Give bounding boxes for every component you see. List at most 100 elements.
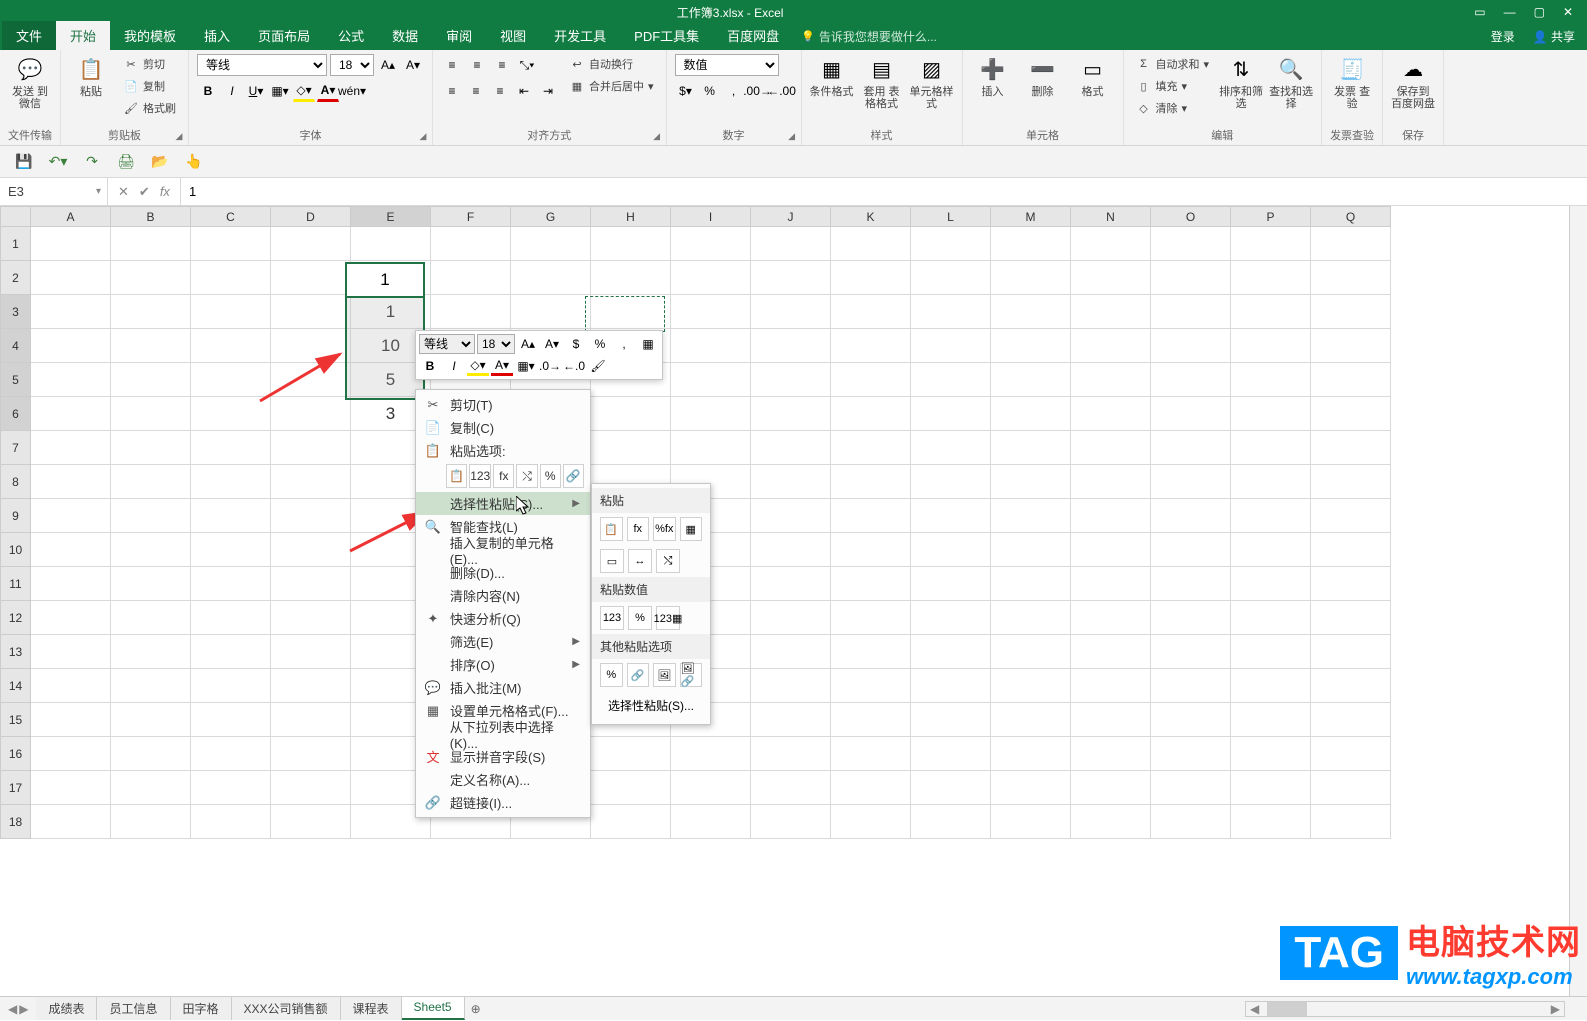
cell-J9[interactable] bbox=[751, 499, 831, 533]
row-header-1[interactable]: 1 bbox=[1, 227, 31, 261]
cell-M13[interactable] bbox=[991, 635, 1071, 669]
cell-E1[interactable] bbox=[351, 227, 431, 261]
cell-J2[interactable] bbox=[751, 261, 831, 295]
cell-L13[interactable] bbox=[911, 635, 991, 669]
cell-K3[interactable] bbox=[831, 295, 911, 329]
cell-D17[interactable] bbox=[271, 771, 351, 805]
format-painter-button[interactable]: 🖌格式刷 bbox=[119, 98, 180, 118]
cell-I1[interactable] bbox=[671, 227, 751, 261]
cell-O2[interactable] bbox=[1151, 261, 1231, 295]
sheet-nav-last[interactable]: ▶ bbox=[19, 1002, 28, 1016]
cell-K4[interactable] bbox=[831, 329, 911, 363]
sub-paste-formatting[interactable]: % bbox=[600, 663, 623, 687]
print-icon[interactable]: 🖨 bbox=[116, 152, 136, 172]
formula-input[interactable]: 1 bbox=[180, 178, 1587, 205]
col-header-A[interactable]: A bbox=[31, 207, 111, 227]
cell-Q6[interactable] bbox=[1311, 397, 1391, 431]
cell-N16[interactable] bbox=[1071, 737, 1151, 771]
cell-O11[interactable] bbox=[1151, 567, 1231, 601]
comma-format-button[interactable]: , bbox=[723, 80, 745, 102]
open-icon[interactable]: 📂 bbox=[150, 152, 170, 172]
cell-N15[interactable] bbox=[1071, 703, 1151, 737]
tab-baidu[interactable]: 百度网盘 bbox=[713, 21, 793, 50]
paste-values-icon[interactable]: 123 bbox=[469, 464, 491, 488]
cell-Q14[interactable] bbox=[1311, 669, 1391, 703]
mini-accounting[interactable]: $ bbox=[565, 334, 587, 354]
cell-B16[interactable] bbox=[111, 737, 191, 771]
increase-decimal-button[interactable]: .00→ bbox=[747, 80, 769, 102]
cell-O12[interactable] bbox=[1151, 601, 1231, 635]
row-header-12[interactable]: 12 bbox=[1, 601, 31, 635]
cell-M17[interactable] bbox=[991, 771, 1071, 805]
cell-I2[interactable] bbox=[671, 261, 751, 295]
cell-K11[interactable] bbox=[831, 567, 911, 601]
cell-H16[interactable] bbox=[591, 737, 671, 771]
row-header-6[interactable]: 6 bbox=[1, 397, 31, 431]
cell-M12[interactable] bbox=[991, 601, 1071, 635]
phonetic-button[interactable]: wén▾ bbox=[341, 80, 363, 102]
cell-G1[interactable] bbox=[511, 227, 591, 261]
cell-G2[interactable] bbox=[511, 261, 591, 295]
cell-I5[interactable] bbox=[671, 363, 751, 397]
cell-K18[interactable] bbox=[831, 805, 911, 839]
cell-J5[interactable] bbox=[751, 363, 831, 397]
tab-insert[interactable]: 插入 bbox=[190, 21, 244, 50]
tab-layout[interactable]: 页面布局 bbox=[244, 21, 324, 50]
fill-button[interactable]: ▯填充▾ bbox=[1132, 76, 1214, 96]
col-header-I[interactable]: I bbox=[671, 207, 751, 227]
cell-N3[interactable] bbox=[1071, 295, 1151, 329]
col-header-G[interactable]: G bbox=[511, 207, 591, 227]
cell-Q1[interactable] bbox=[1311, 227, 1391, 261]
cell-I7[interactable] bbox=[671, 431, 751, 465]
cell-O14[interactable] bbox=[1151, 669, 1231, 703]
cell-H17[interactable] bbox=[591, 771, 671, 805]
name-box[interactable]: E3 bbox=[0, 178, 108, 205]
cell-J1[interactable] bbox=[751, 227, 831, 261]
sub-paste-formulas[interactable]: fx bbox=[627, 517, 650, 541]
cell-L12[interactable] bbox=[911, 601, 991, 635]
increase-font-button[interactable]: A▴ bbox=[377, 54, 399, 76]
cell-Q13[interactable] bbox=[1311, 635, 1391, 669]
touch-mode-icon[interactable]: 👆 bbox=[184, 152, 204, 172]
cell-P16[interactable] bbox=[1231, 737, 1311, 771]
scroll-right-icon[interactable]: ▶ bbox=[1547, 1002, 1564, 1016]
align-right-button[interactable]: ≡ bbox=[489, 80, 511, 102]
row-header-4[interactable]: 4 bbox=[1, 329, 31, 363]
cell-D9[interactable] bbox=[271, 499, 351, 533]
cell-B4[interactable] bbox=[111, 329, 191, 363]
sub-paste-noborder[interactable]: ▭ bbox=[600, 549, 624, 573]
cell-Q16[interactable] bbox=[1311, 737, 1391, 771]
cell-B11[interactable] bbox=[111, 567, 191, 601]
cell-J11[interactable] bbox=[751, 567, 831, 601]
cell-D14[interactable] bbox=[271, 669, 351, 703]
cell-L14[interactable] bbox=[911, 669, 991, 703]
ctx-insert-copied[interactable]: 插入复制的单元格(E)... bbox=[416, 538, 590, 561]
cell-J17[interactable] bbox=[751, 771, 831, 805]
cell-B17[interactable] bbox=[111, 771, 191, 805]
cell-A9[interactable] bbox=[31, 499, 111, 533]
cell-Q9[interactable] bbox=[1311, 499, 1391, 533]
cell-O10[interactable] bbox=[1151, 533, 1231, 567]
cell-N2[interactable] bbox=[1071, 261, 1151, 295]
cell-L8[interactable] bbox=[911, 465, 991, 499]
cell-O1[interactable] bbox=[1151, 227, 1231, 261]
align-center-button[interactable]: ≡ bbox=[465, 80, 487, 102]
row-header-18[interactable]: 18 bbox=[1, 805, 31, 839]
cell-A8[interactable] bbox=[31, 465, 111, 499]
ctx-delete[interactable]: 删除(D)... bbox=[416, 561, 590, 584]
align-middle-button[interactable]: ≡ bbox=[466, 54, 488, 76]
sheet-tab-成绩表[interactable]: 成绩表 bbox=[36, 997, 97, 1020]
clipboard-launcher[interactable]: ◢ bbox=[172, 129, 186, 143]
cell-Q2[interactable] bbox=[1311, 261, 1391, 295]
col-header-M[interactable]: M bbox=[991, 207, 1071, 227]
cell-D5[interactable] bbox=[271, 363, 351, 397]
cell-P2[interactable] bbox=[1231, 261, 1311, 295]
paste-link-icon[interactable]: 🔗 bbox=[563, 464, 584, 488]
cell-N5[interactable] bbox=[1071, 363, 1151, 397]
cell-D2[interactable] bbox=[271, 261, 351, 295]
cell-D12[interactable] bbox=[271, 601, 351, 635]
merge-center-button[interactable]: ▦合并后居中▾ bbox=[565, 76, 658, 96]
find-select-button[interactable]: 🔍查找和选择 bbox=[1269, 54, 1313, 110]
cell-C5[interactable] bbox=[191, 363, 271, 397]
cell-E2[interactable] bbox=[351, 261, 431, 295]
